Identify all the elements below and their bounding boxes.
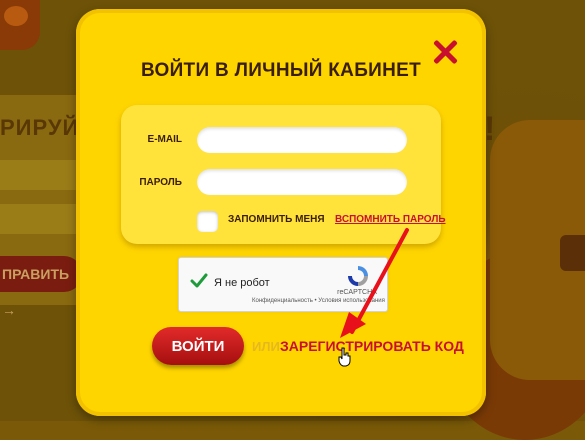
email-field[interactable] [197, 127, 407, 153]
recaptcha-label: Я не робот [214, 277, 270, 289]
login-button[interactable]: ВОЙТИ [152, 327, 244, 365]
email-label: E-MAIL [147, 134, 182, 145]
or-separator: ИЛИ [252, 339, 280, 354]
remember-me-label: ЗАПОМНИТЬ МЕНЯ [228, 214, 325, 225]
modal-title: ВОЙТИ В ЛИЧНЫЙ КАБИНЕТ [140, 60, 422, 81]
forgot-password-link[interactable]: ВСПОМНИТЬ ПАРОЛЬ [335, 214, 446, 225]
password-field[interactable] [197, 169, 407, 195]
recaptcha-links: Конфиденциальность • Условия использован… [252, 298, 385, 304]
hand-cursor-icon [338, 347, 352, 367]
password-label: ПАРОЛЬ [139, 177, 182, 188]
checkmark-icon[interactable] [190, 272, 208, 290]
background-badge [560, 235, 585, 271]
background-field [0, 204, 80, 234]
background-field [0, 160, 80, 190]
brand-logo [0, 0, 40, 50]
remember-me-checkbox[interactable] [197, 211, 218, 232]
register-code-link[interactable]: ЗАРЕГИСТРИРОВАТЬ КОД [280, 338, 464, 354]
recaptcha-brand: reCAPTCHA [337, 289, 377, 296]
recaptcha-icon [346, 264, 370, 288]
background-button: ПРАВИТЬ → [0, 256, 82, 318]
